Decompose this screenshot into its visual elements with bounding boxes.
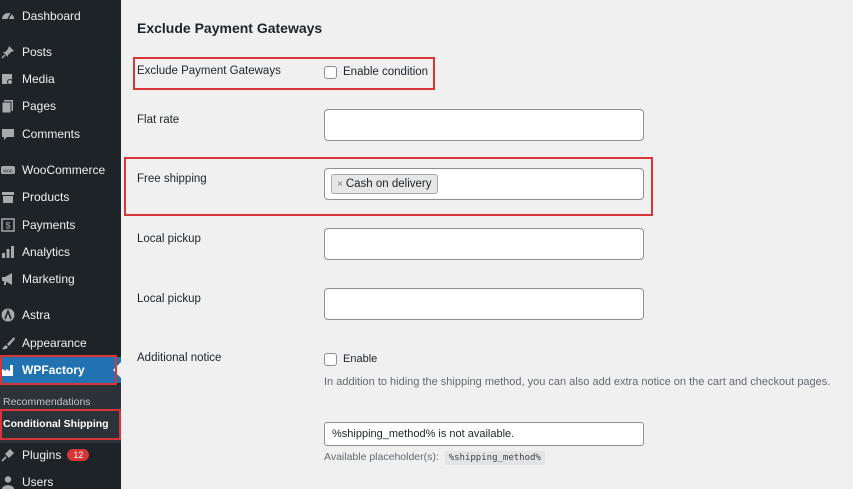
sidebar-item-media[interactable]: Media bbox=[0, 66, 121, 92]
sidebar-item-woocommerce[interactable]: woo WooCommerce bbox=[0, 157, 121, 183]
svg-text:woo: woo bbox=[3, 169, 12, 175]
notice-text-input[interactable]: %shipping_method% is not available. bbox=[324, 422, 644, 446]
sidebar-item-label: WPFactory bbox=[22, 363, 85, 377]
local-pickup-select[interactable] bbox=[324, 228, 644, 260]
remove-chip-icon[interactable]: × bbox=[337, 179, 343, 190]
sidebar-item-astra[interactable]: Astra bbox=[0, 302, 121, 328]
exclude-gateways-label: Exclude Payment Gateways bbox=[137, 65, 281, 77]
sidebar-item-marketing[interactable]: Marketing bbox=[0, 266, 121, 292]
sidebar-item-users[interactable]: Users bbox=[0, 469, 121, 489]
sidebar-submenu bbox=[0, 385, 121, 443]
sidebar-item-label: WooCommerce bbox=[22, 163, 106, 177]
woo-icon: woo bbox=[1, 163, 15, 177]
sidebar-item-label: Pages bbox=[22, 99, 57, 113]
update-count-badge: 12 bbox=[67, 449, 90, 461]
svg-text:$: $ bbox=[5, 221, 10, 231]
user-icon bbox=[1, 475, 15, 489]
megaphone-icon bbox=[1, 272, 15, 286]
flat-rate-label: Flat rate bbox=[137, 114, 180, 126]
notice-help-text: In addition to hiding the shipping metho… bbox=[324, 376, 831, 388]
submenu-item-conditional-shipping[interactable]: Conditional Shipping bbox=[3, 418, 109, 430]
plug-icon bbox=[1, 448, 15, 462]
local-pickup-select[interactable] bbox=[324, 288, 644, 320]
placeholder-hint: Available placeholder(s): %shipping_meth… bbox=[324, 451, 545, 465]
sidebar-item-label: Appearance bbox=[22, 336, 87, 350]
sidebar-item-label: Astra bbox=[22, 308, 51, 322]
sidebar-item-payments[interactable]: $ Payments bbox=[0, 212, 121, 238]
sidebar-item-label: Media bbox=[22, 72, 55, 86]
sidebar-item-label: Dashboard bbox=[22, 9, 81, 23]
flat-rate-select[interactable] bbox=[324, 109, 644, 141]
additional-notice-label: Additional notice bbox=[137, 352, 222, 364]
submenu-heading: Recommendations bbox=[3, 396, 91, 408]
pages-icon bbox=[1, 99, 15, 113]
sidebar-item-plugins[interactable]: Plugins 12 bbox=[0, 442, 121, 468]
factory-icon bbox=[1, 363, 15, 377]
chip-label: Cash on delivery bbox=[345, 178, 432, 190]
sidebar-item-label: Users bbox=[22, 475, 54, 489]
sidebar-item-appearance[interactable]: Appearance bbox=[0, 330, 121, 356]
sidebar-item-posts[interactable]: Posts bbox=[0, 39, 121, 65]
sidebar-item-analytics[interactable]: Analytics bbox=[0, 239, 121, 265]
placeholder-code: %shipping_method% bbox=[444, 451, 545, 465]
sidebar-item-label: Plugins bbox=[22, 448, 62, 462]
local-pickup-label: Local pickup bbox=[137, 293, 201, 305]
free-shipping-label: Free shipping bbox=[137, 173, 207, 185]
free-shipping-select[interactable]: × Cash on delivery bbox=[324, 168, 644, 200]
pin-icon bbox=[1, 45, 15, 59]
sidebar-item-label: Analytics bbox=[22, 245, 71, 259]
astra-icon bbox=[1, 308, 15, 322]
sidebar-item-label: Products bbox=[22, 190, 70, 204]
settings-panel: Exclude Payment Gateways Exclude Payment… bbox=[121, 0, 853, 489]
dashboard-icon bbox=[1, 9, 15, 23]
sidebar-item-products[interactable]: Products bbox=[0, 184, 121, 210]
sidebar-item-label: Posts bbox=[22, 45, 53, 59]
sidebar-item-label: Payments bbox=[22, 218, 76, 232]
enable-notice-checkbox[interactable] bbox=[324, 353, 337, 366]
archive-icon bbox=[1, 190, 15, 204]
sidebar-item-wpfactory[interactable]: WPFactory bbox=[0, 357, 121, 383]
comment-icon bbox=[1, 127, 15, 141]
local-pickup-label: Local pickup bbox=[137, 233, 201, 245]
sidebar-item-label: Marketing bbox=[22, 272, 75, 286]
brush-icon bbox=[1, 336, 15, 350]
enable-condition-label: Enable condition bbox=[343, 66, 429, 78]
page-title: Exclude Payment Gateways bbox=[137, 20, 323, 36]
admin-sidebar: Dashboard Posts Media Pages Comments woo… bbox=[0, 0, 121, 489]
selected-gateway-chip: × Cash on delivery bbox=[331, 174, 438, 194]
dollar-icon: $ bbox=[1, 218, 15, 232]
enable-condition-checkbox[interactable] bbox=[324, 66, 337, 79]
sidebar-item-pages[interactable]: Pages bbox=[0, 93, 121, 119]
sidebar-item-label: Comments bbox=[22, 127, 81, 141]
media-icon bbox=[1, 72, 15, 86]
placeholder-hint-text: Available placeholder(s): bbox=[324, 451, 439, 463]
sidebar-item-comments[interactable]: Comments bbox=[0, 121, 121, 147]
bar-chart-icon bbox=[1, 245, 15, 259]
sidebar-item-dashboard[interactable]: Dashboard bbox=[0, 3, 121, 29]
enable-notice-label: Enable bbox=[343, 353, 378, 365]
